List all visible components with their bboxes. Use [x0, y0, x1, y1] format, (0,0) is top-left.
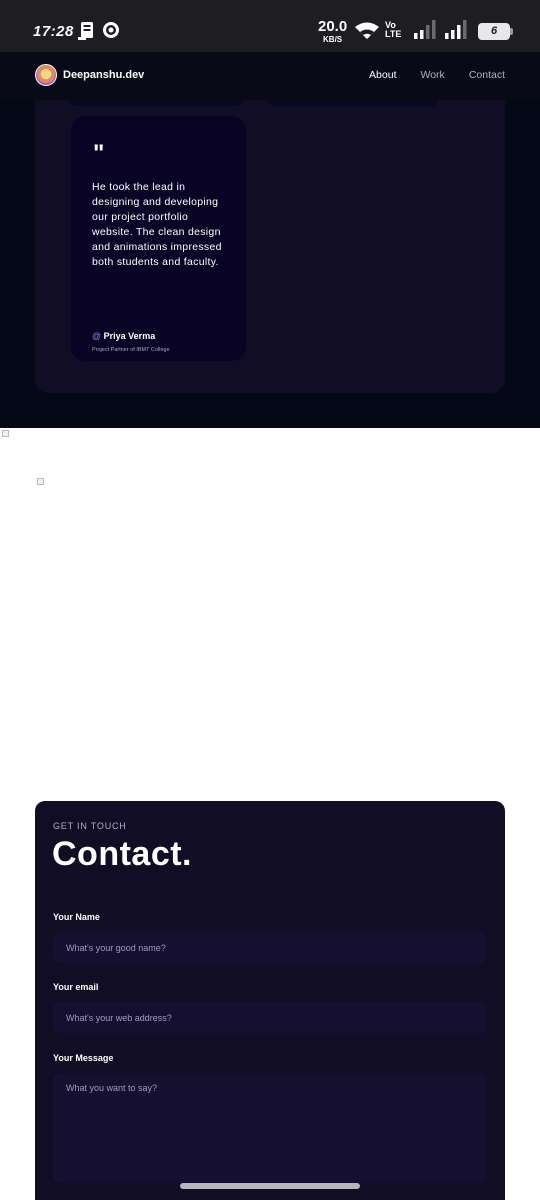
message-label: Your Message: [53, 1053, 114, 1063]
wifi-icon: [354, 22, 380, 40]
contact-eyebrow: GET IN TOUCH: [53, 821, 127, 831]
author-prefix: @: [92, 331, 102, 341]
testimonial-card-partial: [70, 100, 242, 106]
name-label: Your Name: [53, 912, 100, 922]
network-speed-value: 20.0: [318, 18, 348, 35]
testimonial-card-partial: [268, 100, 438, 106]
navbar: Deepanshu.dev About Work Contact: [0, 52, 540, 100]
status-time: 17:28: [33, 23, 74, 40]
signal-icon: [445, 20, 469, 40]
battery-icon: 6: [478, 23, 513, 40]
whatsapp-icon: [102, 21, 120, 39]
testimonials-section: " He took the lead in designing and deve…: [0, 100, 540, 428]
nav-link-about[interactable]: About: [369, 69, 396, 81]
volte-indicator: Vo LTE: [385, 20, 402, 40]
email-input[interactable]: [53, 1002, 487, 1033]
testimonial-author: @ Priya Verma: [92, 331, 155, 341]
testimonial-role: Project Partner of IBMT College: [92, 347, 170, 353]
nav-link-contact[interactable]: Contact: [469, 69, 505, 81]
contact-title: Contact.: [52, 835, 192, 873]
nav-links: About Work Contact: [369, 69, 505, 81]
email-label: Your email: [53, 982, 99, 992]
quote-mark: ": [93, 140, 105, 167]
testimonial-text: He took the lead in designing and develo…: [92, 181, 222, 268]
notification-icon: [78, 21, 96, 41]
logo-avatar: [35, 64, 57, 86]
nav-link-work[interactable]: Work: [421, 69, 445, 81]
volte-line-2: LTE: [385, 29, 402, 40]
network-speed-unit: KB/S: [323, 35, 343, 44]
network-speed: 20.0 KB/S: [318, 19, 347, 44]
broken-image-icon: [2, 430, 9, 437]
author-name: Priya Verma: [103, 331, 156, 341]
broken-image-icon: [37, 478, 44, 485]
contact-section: GET IN TOUCH Contact. Your Name Your ema…: [35, 801, 505, 1200]
name-input[interactable]: [53, 932, 487, 963]
home-indicator[interactable]: [180, 1183, 360, 1189]
message-textarea[interactable]: [53, 1073, 487, 1183]
testimonial-card: " He took the lead in designing and deve…: [71, 116, 246, 361]
brand-name: Deepanshu.dev: [63, 69, 145, 81]
status-bar: 17:28 20.0 KB/S Vo LTE 6: [0, 0, 540, 52]
brand-link[interactable]: Deepanshu.dev: [35, 64, 144, 86]
signal-icon: [414, 20, 438, 40]
